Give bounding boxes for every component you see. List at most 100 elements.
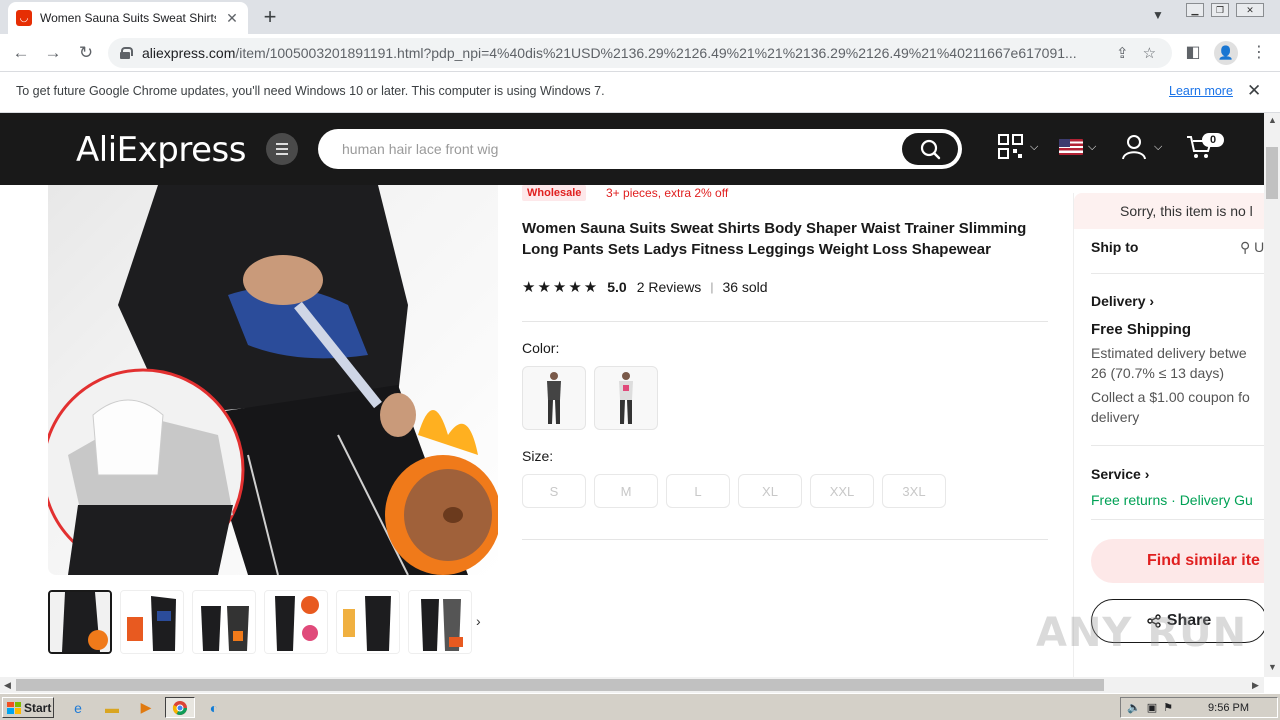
tab-search-chevron-icon[interactable]: ▼ — [1152, 8, 1164, 22]
start-button[interactable]: Start — [2, 697, 54, 718]
forward-arrow-icon[interactable]: → — [42, 42, 64, 64]
learn-more-link[interactable]: Learn more — [1169, 84, 1233, 98]
divider — [1091, 519, 1264, 520]
system-tray: 🔈 ▣ ⚑ 9:56 PM — [1120, 697, 1278, 718]
vertical-scroll-thumb[interactable] — [1266, 147, 1278, 199]
scroll-down-arrow-icon[interactable]: ▼ — [1268, 662, 1277, 672]
thumbnail-4[interactable] — [264, 590, 328, 654]
profile-avatar-icon[interactable]: 👤 — [1214, 41, 1238, 65]
thumbnail-6[interactable] — [408, 590, 472, 654]
thumbnail-strip — [48, 590, 472, 654]
horizontal-scroll-thumb[interactable] — [16, 679, 1104, 691]
bookmark-star-icon[interactable]: ☆ — [1143, 44, 1156, 62]
chevron-down-icon[interactable]: ⌵ — [1154, 141, 1162, 154]
windows-logo-icon — [7, 701, 21, 714]
category-menu-button[interactable] — [266, 133, 298, 165]
close-infobar-icon[interactable]: ✕ — [1247, 81, 1261, 101]
purchase-panel: Sorry, this item is no l Ship to ⚲ U Del… — [1073, 193, 1264, 677]
close-tab-icon[interactable]: ✕ — [224, 10, 240, 27]
tab-title: Women Sauna Suits Sweat Shirts Bo — [40, 11, 216, 25]
rating-value: 5.0 — [607, 279, 627, 295]
size-option-m[interactable]: M — [594, 474, 658, 508]
search-bar — [318, 129, 962, 169]
action-center-flag-icon[interactable]: ⚑ — [1163, 701, 1173, 714]
address-bar[interactable]: aliexpress.com/item/1005003201891191.htm… — [108, 38, 1172, 68]
coupon-line-2: delivery — [1091, 409, 1140, 425]
back-arrow-icon[interactable]: ← — [10, 42, 32, 64]
thumbnail-2[interactable] — [120, 590, 184, 654]
service-link[interactable]: Service › — [1091, 466, 1149, 482]
share-page-icon[interactable]: ⇪ — [1116, 44, 1129, 62]
size-option-3xl[interactable]: 3XL — [882, 474, 946, 508]
divider — [1091, 445, 1264, 446]
divider — [1091, 273, 1264, 274]
size-option-xl[interactable]: XL — [738, 474, 802, 508]
color-swatches — [522, 366, 658, 430]
edge-icon[interactable]: ◐ — [202, 697, 226, 718]
thumbnail-1[interactable] — [48, 590, 112, 654]
infobar-message: To get future Google Chrome updates, you… — [16, 84, 605, 98]
color-swatch-1[interactable] — [522, 366, 586, 430]
color-label: Color: — [522, 340, 560, 356]
find-similar-button[interactable]: Find similar ite — [1091, 539, 1264, 583]
reload-icon[interactable]: ↻ — [75, 42, 97, 64]
product-main-image[interactable] — [48, 185, 498, 575]
vertical-scrollbar[interactable]: ▲ ▼ — [1264, 113, 1280, 677]
sold-count: 36 sold — [722, 279, 768, 295]
size-label: Size: — [522, 448, 554, 464]
wholesale-offer: 3+ pieces, extra 2% off — [606, 186, 729, 200]
ship-to-label: Ship to — [1091, 239, 1139, 255]
chevron-down-icon[interactable]: ⌵ — [1088, 141, 1096, 154]
size-option-l[interactable]: L — [666, 474, 730, 508]
new-tab-button[interactable]: + — [258, 5, 282, 29]
chrome-menu-icon[interactable]: ⋮ — [1248, 42, 1270, 62]
chrome-taskbar-icon[interactable] — [165, 697, 195, 718]
product-photo — [48, 185, 498, 575]
horizontal-scrollbar[interactable]: ◀ ▶ — [0, 677, 1264, 693]
browser-tab[interactable]: ◡ Women Sauna Suits Sweat Shirts Bo ✕ — [8, 2, 248, 34]
search-button[interactable] — [902, 133, 958, 165]
close-window-button[interactable]: ✕ — [1236, 3, 1264, 17]
delivery-link[interactable]: Delivery › — [1091, 293, 1154, 309]
size-option-s[interactable]: S — [522, 474, 586, 508]
scroll-left-arrow-icon[interactable]: ◀ — [4, 680, 11, 691]
internet-explorer-icon[interactable]: e — [66, 697, 90, 718]
account-icon[interactable] — [1122, 134, 1146, 160]
size-option-xxl[interactable]: XXL — [810, 474, 874, 508]
file-explorer-icon[interactable]: ▬ — [100, 697, 124, 718]
location-pin-icon[interactable]: ⚲ U — [1240, 239, 1264, 256]
side-panel-icon[interactable]: ◧ — [1182, 42, 1204, 62]
lock-icon[interactable] — [120, 47, 133, 59]
color-swatch-2[interactable] — [594, 366, 658, 430]
unavailable-notice: Sorry, this item is no l — [1074, 193, 1264, 229]
minimize-window-button[interactable]: ▁ — [1186, 3, 1204, 17]
anyrun-watermark: ANY RUN — [1036, 610, 1248, 656]
size-options: S M L XL XXL 3XL — [522, 474, 946, 508]
us-flag-icon[interactable] — [1059, 139, 1083, 155]
site-header: AliExpress ⌵ ⌵ ⌵ 0 — [0, 113, 1280, 185]
chevron-down-icon[interactable]: ⌵ — [1030, 141, 1038, 154]
chevron-right-icon[interactable]: › — [476, 613, 481, 629]
service-value[interactable]: Free returns · Delivery Gu — [1091, 492, 1253, 508]
thumbnail-5[interactable] — [336, 590, 400, 654]
network-icon[interactable]: ▣ — [1147, 701, 1157, 714]
url-text[interactable]: aliexpress.com/item/1005003201891191.htm… — [142, 45, 1102, 61]
restore-window-button[interactable]: ❐ — [1211, 3, 1229, 17]
clock: 9:56 PM — [1208, 701, 1249, 714]
star-rating-icon: ★★★★★ — [522, 279, 600, 296]
product-page: › Wholesale 3+ pieces, extra 2% off Wome… — [0, 185, 1264, 677]
separator: | — [710, 280, 714, 294]
update-infobar: To get future Google Chrome updates, you… — [0, 72, 1280, 113]
qr-code-icon[interactable] — [998, 134, 1024, 160]
media-player-icon[interactable]: ▶ — [134, 697, 158, 718]
scroll-up-arrow-icon[interactable]: ▲ — [1268, 115, 1277, 125]
scroll-right-arrow-icon[interactable]: ▶ — [1252, 680, 1259, 691]
aliexpress-logo[interactable]: AliExpress — [76, 130, 246, 170]
volume-icon[interactable]: 🔈 — [1127, 701, 1141, 714]
thumbnail-3[interactable] — [192, 590, 256, 654]
cart-count-badge: 0 — [1202, 133, 1224, 147]
reviews-link[interactable]: 2 Reviews — [637, 279, 702, 295]
rating-row: ★★★★★ 5.0 2 Reviews | 36 sold — [522, 278, 768, 296]
search-input[interactable] — [342, 141, 902, 157]
estimated-delivery-line-2: 26 (70.7% ≤ 13 days) — [1091, 365, 1224, 381]
